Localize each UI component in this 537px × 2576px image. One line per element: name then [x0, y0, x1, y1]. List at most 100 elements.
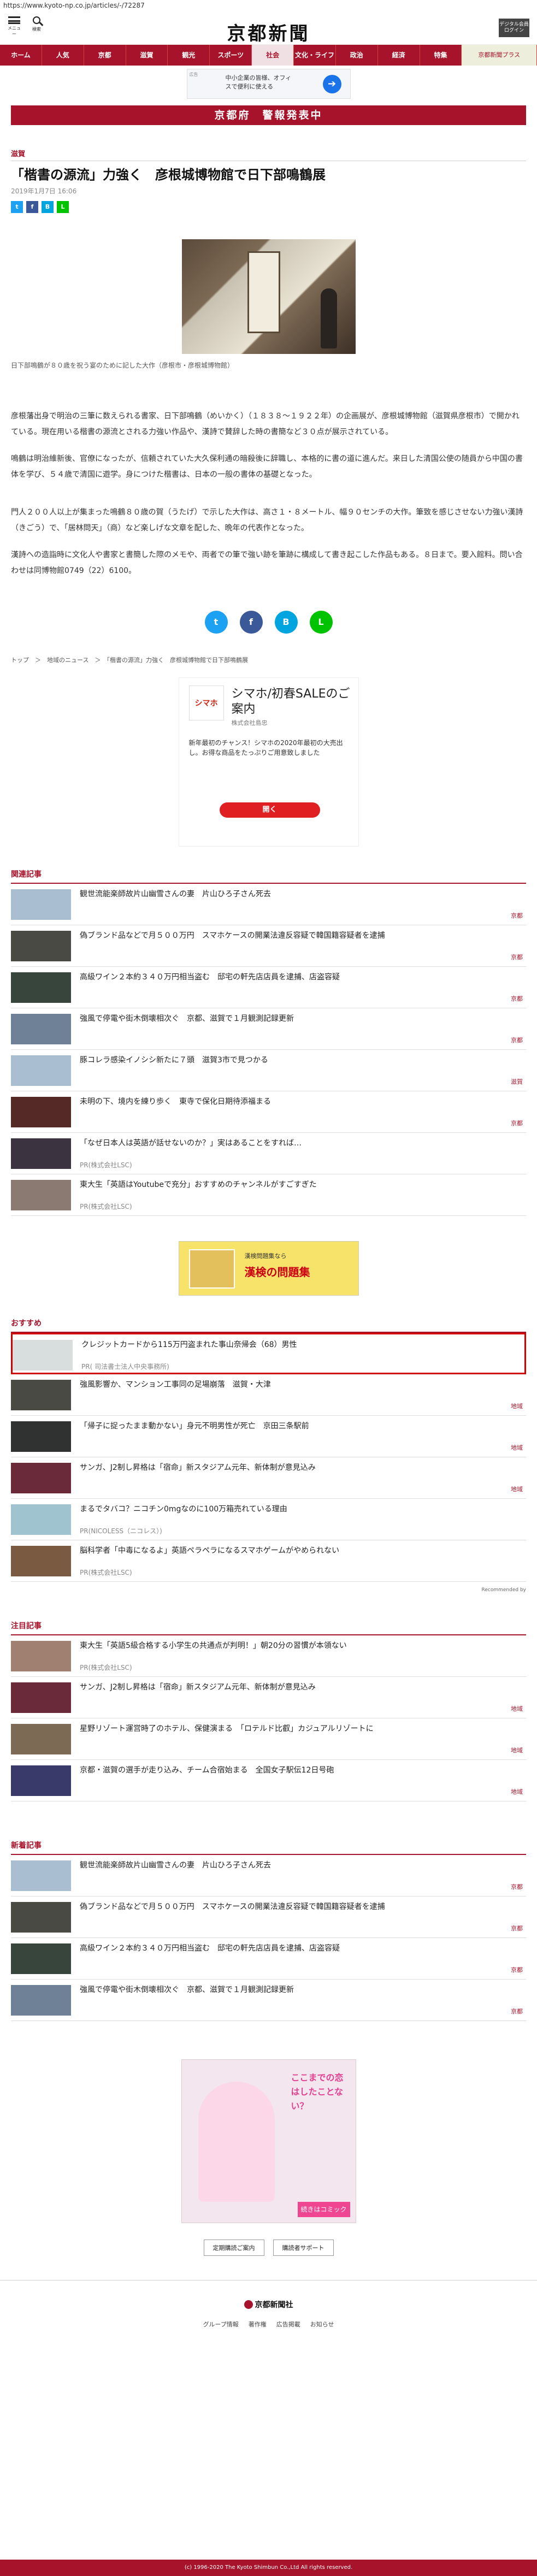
- thumbnail: [11, 1055, 71, 1086]
- recommended-by[interactable]: Recommended by: [11, 1587, 526, 1593]
- photo-scroll: [247, 251, 280, 333]
- subscribe-link[interactable]: 定期購読ご案内: [203, 2240, 264, 2256]
- thumbnail: [11, 1014, 71, 1044]
- nav-economy[interactable]: 経済: [378, 45, 420, 66]
- weather-warning[interactable]: 京都府 警報発表中: [11, 105, 526, 125]
- section-title: 関連記事: [11, 868, 526, 884]
- facebook-icon[interactable]: f: [239, 611, 263, 634]
- list-item[interactable]: 偽ブランド品などで月５００万円 スマホケースの開業法違反容疑で韓国籍容疑者を逮捕…: [11, 1896, 526, 1938]
- list-item[interactable]: まるでタバコ？ニコチン0mgなのに100万箱売れている理由 PR(NICOLESS…: [11, 1499, 526, 1540]
- top-banner-ad[interactable]: 広告 中小企業の皆様、オフィスで便利に使える ➔: [186, 69, 351, 99]
- site-header: メニュー 検索 京都新聞 デジタル会員 ログイン: [0, 11, 537, 45]
- article-body: 彦根藩出身で明治の三筆に数えられる書家、日下部鳴鶴（めいかく）（１８３８～１９２…: [11, 409, 526, 579]
- section-title: 新着記事: [11, 1840, 526, 1855]
- support-link[interactable]: 購読者サポート: [273, 2240, 334, 2256]
- line-icon[interactable]: L: [57, 201, 69, 213]
- comic-ad[interactable]: ここまでの恋はしたことない？ 続きはコミック: [181, 2059, 356, 2223]
- list-item[interactable]: 豚コレラ感染イノシシ新たに７頭 滋賀3市で見つかる 滋賀: [11, 1050, 526, 1091]
- list-item[interactable]: 未明の下、境内を練り歩く 東寺で保化日期待添福まる 京都: [11, 1091, 526, 1133]
- list-item[interactable]: 「帰子に捉ったまま動かない」身元不明男性が死亡 京田三条駅前 地域: [11, 1416, 526, 1457]
- thumbnail: [11, 1138, 71, 1169]
- line-icon[interactable]: L: [309, 611, 333, 634]
- share-small: t f B L: [11, 201, 526, 213]
- main-nav: ホーム 人気 京都 滋賀 観光 スポーツ 社会 文化・ライフ 政治 経済 特集 …: [0, 45, 537, 66]
- section-title: 注目記事: [11, 1620, 526, 1635]
- thumbnail: [11, 1180, 71, 1210]
- thumbnail: [11, 1985, 71, 2016]
- mid-banner-ad[interactable]: 漢検問題集なら 漢検の問題集: [178, 1241, 359, 1296]
- paragraph: 鳴鶴は明治維新後、官僚になったが、信頼されていた大久保利通の暗殺後に辞職し、本格…: [11, 454, 523, 479]
- photo-caption: 日下部鳴鶴が８０歳を祝う宴のために記した大作（彦根市・彦根城博物館）: [11, 362, 234, 369]
- newest-section: 新着記事 観世流能楽師故片山幽雪さんの妻 片山ひろ子さん死去 京都 偽ブランド品な…: [11, 1840, 526, 2021]
- book-stack-image: [188, 1249, 235, 1289]
- section-title: おすすめ: [11, 1317, 526, 1333]
- nav-home[interactable]: ホーム: [0, 45, 42, 66]
- thumbnail: [11, 972, 71, 1003]
- recommend-section: おすすめ クレジットカードから115万円盗まれた事山奈帰会（68）男性 PR( 司…: [11, 1317, 526, 1593]
- list-item[interactable]: 強風で停電や街木倒壊相次ぐ 京都、滋賀で１月観測記録更新 京都: [11, 1980, 526, 2021]
- thumbnail: [11, 931, 71, 961]
- paragraph: 門人２００人以上が集まった鳴鶴８０歳の賀（うたげ）で示した大作は、高さ１・８メー…: [11, 508, 523, 533]
- ad-company: 株式会社島忠: [231, 719, 268, 726]
- nav-popular[interactable]: 人気: [42, 45, 84, 66]
- ad-label: 広告: [189, 72, 198, 77]
- site-footer: 京都新聞社 グループ情報 著作権 広告掲載 お知らせ: [0, 2280, 537, 2329]
- nav-sports[interactable]: スポーツ: [210, 45, 252, 66]
- facebook-icon[interactable]: f: [26, 201, 38, 213]
- list-item[interactable]: 強風影響か、マンション工事同の足場崩落 滋賀・大津 地域: [11, 1374, 526, 1416]
- footer-logo[interactable]: 京都新聞社: [0, 2299, 537, 2310]
- footer-links: グループ情報 著作権 広告掲載 お知らせ: [203, 2321, 334, 2328]
- sponsored-ad[interactable]: シマホ シマホ/初春SALEのご案内 株式会社島忠 新年最初のチャンス！シマホの…: [178, 677, 359, 847]
- nav-society[interactable]: 社会: [252, 45, 294, 66]
- thumbnail: [11, 1943, 71, 1974]
- ad-logo: シマホ: [188, 686, 224, 720]
- article-category[interactable]: 滋賀: [11, 148, 526, 158]
- twitter-icon[interactable]: t: [204, 611, 228, 634]
- photo-person: [320, 288, 337, 348]
- share-large: t f B L: [11, 611, 526, 634]
- article-photo[interactable]: [181, 239, 356, 354]
- paragraph: 彦根藩出身で明治の三筆に数えられる書家、日下部鳴鶴（めいかく）（１８３８～１９２…: [11, 412, 520, 436]
- list-item[interactable]: サンガ、J2制し昇格は「宿命」新スタジアム元年、新体制が意見込み 地域: [11, 1457, 526, 1499]
- thumbnail: [11, 1097, 71, 1127]
- list-item-highlighted[interactable]: クレジットカードから115万円盗まれた事山奈帰会（68）男性 PR( 司法書士法人…: [11, 1333, 526, 1374]
- article: 滋賀 「楷書の源流」力強く 彦根城博物館で日下部鳴鶴展 2019年1月7日 16…: [11, 148, 526, 664]
- list-item[interactable]: 強風で停電や街木倒壊相次ぐ 京都、滋賀で１月観測記録更新 京都: [11, 1008, 526, 1050]
- list-item[interactable]: 脳科学者「中毒になるよ」英語ペラペラになるスマホゲームがやめられない PR(株式会…: [11, 1540, 526, 1582]
- hatena-icon[interactable]: B: [42, 201, 54, 213]
- nav-shiga[interactable]: 滋賀: [126, 45, 168, 66]
- twitter-icon[interactable]: t: [11, 201, 23, 213]
- nav-kyoto[interactable]: 京都: [84, 45, 126, 66]
- list-item[interactable]: 高級ワイン２本約３４０万円相当盗む 邸宅の軒先店店員を逮捕、店盗容疑 京都: [11, 1938, 526, 1980]
- list-item[interactable]: 東大生「英語はYoutubeで充分」おすすめのチャンネルがすごすぎた PR(株式会…: [11, 1174, 526, 1216]
- nav-culture[interactable]: 文化・ライフ: [294, 45, 336, 66]
- list-item[interactable]: 高級ワイン２本約３４０万円相当盗む 邸宅の軒先店店員を逮捕、店盗容疑 京都: [11, 967, 526, 1008]
- paragraph: 漢詩への造詣時に文化人や書家と書簡した際のメモや、両者での筆で強い跡を筆跡に構成…: [11, 551, 523, 575]
- list-item[interactable]: 東大生「英語5級合格する小学生の共通点が判明！」朝20分の習慣が本領ない PR(株…: [11, 1635, 526, 1677]
- login-button[interactable]: デジタル会員 ログイン: [499, 19, 529, 37]
- breadcrumb[interactable]: トップ ＞ 地域のニュース ＞ 「楷書の源流」力強く 彦根城博物館で日下部鳴鶴展: [11, 655, 526, 664]
- ad-headline: シマホ/初春SALEのご案内: [231, 687, 350, 716]
- banner-text: 中小企業の皆様、オフィスで便利に使える: [225, 74, 292, 90]
- nav-politics[interactable]: 政治: [336, 45, 378, 66]
- site-logo[interactable]: 京都新聞: [0, 19, 537, 45]
- thumbnail: [11, 1765, 71, 1796]
- nav-features[interactable]: 特集: [420, 45, 462, 66]
- list-item[interactable]: 偽ブランド品などで月５００万円 スマホケースの開業法違反容疑で韓国籍容疑者を逮捕…: [11, 925, 526, 967]
- nav-tourism[interactable]: 観光: [168, 45, 210, 66]
- list-item[interactable]: 「なぜ日本人は英語が話せないのか？」実はあることをすれば… PR(株式会社LSC): [11, 1133, 526, 1174]
- list-item[interactable]: 星野リゾート運営時了のホテル、保健演まる 「ロテルド比叡」カジュアルリゾートに地…: [11, 1718, 526, 1760]
- ad-open-button[interactable]: 開く: [219, 802, 320, 818]
- list-item[interactable]: サンガ、J2制し昇格は「宿命」新スタジアム元年、新体制が意見込み 地域: [11, 1677, 526, 1718]
- nav-plus[interactable]: 京都新聞プラス: [462, 45, 537, 66]
- thumbnail: [13, 1340, 73, 1370]
- ad-description: 新年最初のチャンス！シマホの2020年最初の大売出し。お得な商品をたっぷりご用意…: [188, 739, 343, 757]
- list-item[interactable]: 京都・滋賀の選手が走り込み、チーム合宿始まる 全国女子駅伝12日号砲 地域: [11, 1760, 526, 1801]
- thumbnail: [11, 1380, 71, 1410]
- copyright: (c) 1996-2020 The Kyoto Shimbun Co.,Ltd …: [0, 2560, 537, 2576]
- list-item[interactable]: 観世流能楽師故片山幽雪さんの妻 片山ひろ子さん死去 京都: [11, 1855, 526, 1896]
- thumbnail: [11, 1504, 71, 1535]
- list-item[interactable]: 観世流能楽師故片山幽雪さんの妻 片山ひろ子さん死去 京都: [11, 884, 526, 925]
- arrow-right-icon[interactable]: ➔: [322, 75, 341, 93]
- hatena-icon[interactable]: B: [274, 611, 298, 634]
